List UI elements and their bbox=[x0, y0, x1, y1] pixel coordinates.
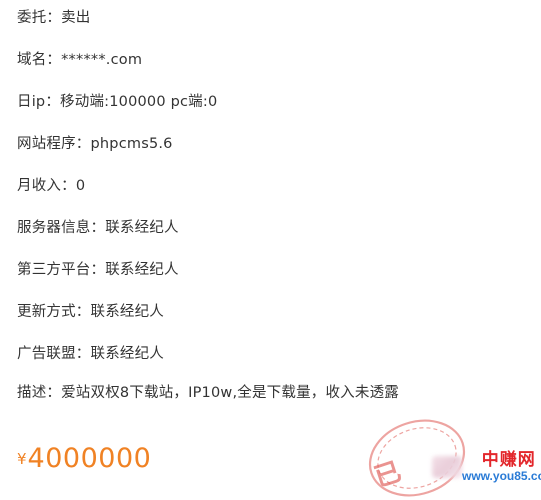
field-third-party-platform: 第三方平台：联系经纪人 bbox=[17, 260, 179, 280]
watermark-url: www.you85.com bbox=[462, 469, 541, 483]
price-amount: 4000000 bbox=[27, 443, 152, 474]
currency-symbol: ¥ bbox=[17, 450, 27, 468]
field-label: 描述： bbox=[17, 385, 62, 401]
field-value: 联系经纪人 bbox=[105, 220, 179, 236]
field-label: 域名： bbox=[17, 52, 62, 68]
field-label: 委托： bbox=[17, 10, 62, 26]
field-site-program: 网站程序：phpcms5.6 bbox=[17, 134, 173, 154]
field-value: 0 bbox=[75, 178, 86, 194]
field-server-info: 服务器信息：联系经纪人 bbox=[17, 218, 179, 238]
field-update-method: 更新方式：联系经纪人 bbox=[17, 302, 164, 322]
field-value: 联系经纪人 bbox=[105, 262, 179, 278]
field-value: 联系经纪人 bbox=[90, 346, 164, 362]
field-label: 月收入： bbox=[17, 178, 76, 194]
field-value: 联系经纪人 bbox=[90, 304, 164, 320]
field-value: ******.com bbox=[61, 52, 143, 68]
field-value: 移动端:100000 pc端:0 bbox=[60, 94, 218, 110]
field-ad-alliance: 广告联盟：联系经纪人 bbox=[17, 344, 164, 364]
field-label: 日ip： bbox=[17, 94, 61, 110]
blurred-region bbox=[432, 456, 462, 478]
field-domain: 域名：******.com bbox=[17, 50, 142, 70]
field-label: 第三方平台： bbox=[17, 262, 106, 278]
field-value: 卖出 bbox=[61, 10, 91, 26]
watermark-brand: 中赚网 bbox=[481, 450, 536, 470]
field-label: 更新方式： bbox=[17, 304, 91, 320]
field-value: phpcms5.6 bbox=[90, 136, 173, 152]
stamp-text: 已 bbox=[371, 457, 405, 494]
watermark: 中赚网 www.you85.com bbox=[462, 451, 541, 483]
listing-price: ¥4000000 bbox=[17, 443, 151, 474]
field-daily-ip: 日ip：移动端:100000 pc端:0 bbox=[17, 92, 217, 112]
field-label: 广告联盟： bbox=[17, 346, 91, 362]
field-entrust: 委托：卖出 bbox=[17, 8, 91, 28]
field-label: 网站程序： bbox=[17, 136, 91, 152]
field-label: 服务器信息： bbox=[17, 220, 106, 236]
field-value: 爱站双权8下载站，IP10w,全是下载量，收入未透露 bbox=[61, 385, 399, 401]
field-description: 描述：爱站双权8下载站，IP10w,全是下载量，收入未透露 bbox=[17, 383, 399, 403]
field-monthly-income: 月收入：0 bbox=[17, 176, 85, 196]
